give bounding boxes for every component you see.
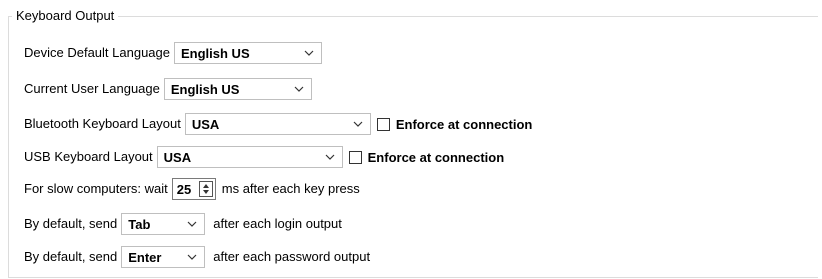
- chevron-down-icon: [187, 254, 197, 260]
- usb-layout-select[interactable]: USA: [156, 146, 343, 168]
- usb-layout-row: USB Keyboard Layout USA Enforce at conne…: [24, 145, 504, 169]
- spinner-arrows-icon[interactable]: [198, 181, 213, 197]
- key-delay-spinner[interactable]: 25: [171, 178, 216, 200]
- usb-layout-value: USA: [163, 149, 192, 165]
- password-send-row: By default, send Enter after each passwo…: [24, 245, 370, 269]
- login-send-label: By default, send: [24, 216, 118, 231]
- user-language-value: English US: [170, 81, 240, 97]
- slow-computers-label: For slow computers: wait: [24, 181, 168, 196]
- bluetooth-layout-select[interactable]: USA: [184, 113, 371, 135]
- usb-layout-label: USB Keyboard Layout: [24, 149, 153, 164]
- usb-enforce-label: Enforce at connection: [367, 149, 505, 165]
- spinner-up-icon[interactable]: [202, 184, 209, 188]
- user-language-row: Current User Language English US: [24, 77, 312, 101]
- slow-computers-row: For slow computers: wait 25 ms after eac…: [24, 177, 360, 201]
- user-language-select[interactable]: English US: [163, 78, 312, 100]
- chevron-down-icon: [187, 221, 197, 227]
- chevron-down-icon: [304, 50, 314, 56]
- device-language-label: Device Default Language: [24, 45, 170, 60]
- checkbox-box[interactable]: [376, 117, 390, 131]
- login-send-select[interactable]: Tab: [121, 213, 206, 235]
- password-send-select[interactable]: Enter: [121, 246, 206, 268]
- bluetooth-enforce-checkbox[interactable]: Enforce at connection: [376, 116, 533, 132]
- bluetooth-layout-row: Bluetooth Keyboard Layout USA Enforce at…: [24, 112, 532, 136]
- group-title: Keyboard Output: [12, 8, 119, 24]
- bluetooth-layout-value: USA: [191, 116, 220, 132]
- chevron-down-icon: [294, 86, 304, 92]
- login-send-suffix: after each login output: [213, 216, 342, 231]
- spinner-down-icon[interactable]: [202, 190, 209, 194]
- device-language-value: English US: [181, 45, 250, 61]
- device-language-row: Device Default Language English US: [24, 41, 322, 65]
- bluetooth-enforce-label: Enforce at connection: [395, 116, 533, 132]
- device-language-select[interactable]: English US: [174, 42, 322, 64]
- login-send-row: By default, send Tab after each login ou…: [24, 212, 342, 236]
- user-language-label: Current User Language: [24, 81, 160, 96]
- password-send-value: Enter: [128, 249, 162, 265]
- password-send-suffix: after each password output: [213, 249, 371, 264]
- slow-computers-suffix: ms after each key press: [221, 181, 360, 196]
- usb-enforce-checkbox[interactable]: Enforce at connection: [348, 149, 505, 165]
- checkbox-box[interactable]: [348, 150, 362, 164]
- chevron-down-icon: [325, 154, 335, 160]
- password-send-label: By default, send: [24, 249, 118, 264]
- chevron-down-icon: [353, 121, 363, 127]
- bluetooth-layout-label: Bluetooth Keyboard Layout: [24, 116, 181, 131]
- key-delay-value[interactable]: 25: [173, 182, 191, 197]
- login-send-value: Tab: [128, 216, 151, 232]
